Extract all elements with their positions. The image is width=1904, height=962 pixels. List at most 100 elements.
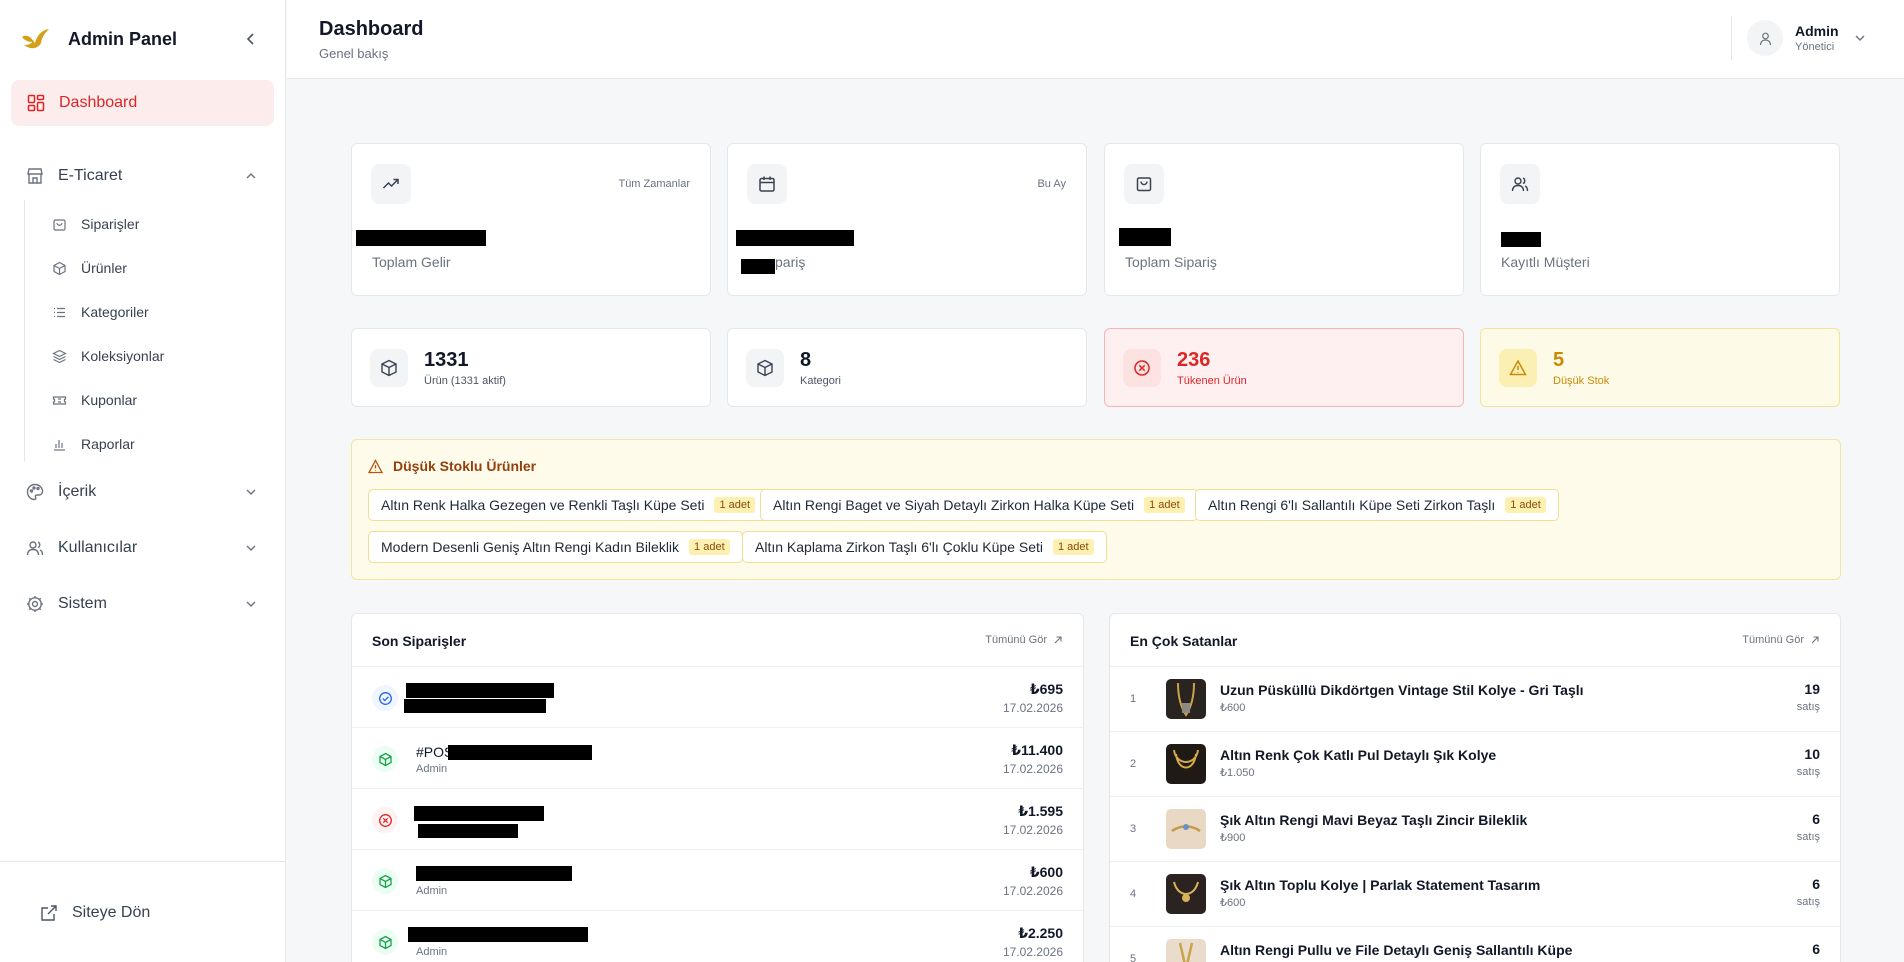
low-stock-item[interactable]: Altın Rengi Baget ve Siyah Detaylı Zirko… [760, 489, 1198, 521]
user-icon [1759, 32, 1771, 45]
best-seller-row[interactable]: 5 Altın Rengi Pullu ve File Detaylı Geni… [1110, 927, 1840, 962]
box-icon [757, 359, 773, 377]
order-row[interactable]: ₺1.595 17.02.2026 [352, 789, 1083, 850]
sidebar-item-urunler[interactable]: Ürünler [52, 257, 127, 279]
sales-unit: satış [1796, 701, 1820, 713]
arrow-up-right-icon [1811, 636, 1819, 644]
best-sellers-panel: En Çok Satanlar Tümünü Gör 1 Uzun Püskül… [1109, 613, 1841, 962]
low-stock-item[interactable]: Modern Desenli Geniş Altın Rengi Kadın B… [368, 531, 743, 563]
stat-period: Tüm Zamanlar [618, 178, 690, 190]
page-subtitle: Genel bakış [319, 46, 389, 61]
sidebar-item-koleksiyonlar[interactable]: Koleksiyonlar [52, 345, 164, 367]
product-name: Şık Altın Rengi Mavi Beyaz Taşlı Zincir … [1220, 812, 1528, 828]
brand-title: Admin Panel [68, 28, 178, 49]
stat-caption: Toplam Gelir [372, 254, 451, 270]
order-row[interactable]: Admin ₺2.250 17.02.2026 [352, 911, 1083, 962]
stat-icon-box [1500, 164, 1540, 204]
redacted-value [1501, 232, 1541, 247]
redacted-customer [418, 824, 518, 838]
best-seller-row[interactable]: 4 Şık Altın Toplu Kolye | Parlak Stateme… [1110, 862, 1840, 927]
best-seller-row[interactable]: 2 Altın Renk Çok Katlı Pul Detaylı Şık K… [1110, 732, 1840, 797]
warning-icon [1509, 359, 1527, 376]
product-thumbnail [1166, 939, 1206, 962]
product-price: ₺1.050 [1220, 767, 1255, 779]
brand[interactable]: Admin Panel [20, 24, 260, 54]
sales-unit: satış [1796, 896, 1820, 908]
view-all-orders-link[interactable]: Tümünü Gör [985, 634, 1063, 646]
sidebar-item-siparisler[interactable]: Siparişler [52, 213, 139, 235]
sidebar-item-raporlar[interactable]: Raporlar [52, 433, 135, 455]
panel-header: Son Siparişler Tümünü Gör [352, 614, 1083, 667]
product-price: ₺600 [1220, 897, 1246, 909]
warning-icon [368, 458, 383, 473]
best-seller-row[interactable]: 3 Şık Altın Rengi Mavi Beyaz Taşlı Zinci… [1110, 797, 1840, 862]
best-seller-rank: 4 [1130, 888, 1137, 900]
sidebar-group-eticaret[interactable]: E-Ticaret [26, 161, 258, 191]
redacted-value [356, 230, 486, 246]
shopping-bag-icon [1136, 177, 1152, 192]
sidebar-item-label: Dashboard [59, 94, 138, 111]
redacted-customer [404, 699, 546, 713]
stat-icon-box [371, 164, 411, 204]
panel-title: Son Siparişler [372, 633, 467, 649]
sidebar-group-label: Sistem [58, 595, 107, 612]
sidebar-group-kullanicilar[interactable]: Kullanıcılar [26, 533, 258, 563]
low-stock-header: Düşük Stoklu Ürünler [368, 458, 536, 474]
sales-count: 6 [1812, 811, 1820, 827]
best-seller-rank: 2 [1130, 758, 1137, 770]
sidebar-group-sistem[interactable]: Sistem [26, 589, 258, 619]
arrow-up-right-icon [1054, 636, 1062, 644]
stat-caption: Toplam Sipariş [1125, 254, 1217, 270]
view-all-label: Tümünü Gör [985, 634, 1047, 646]
box-icon [53, 261, 66, 275]
order-row[interactable]: Admin ₺600 17.02.2026 [352, 850, 1083, 911]
chevron-left-icon[interactable] [242, 30, 260, 48]
chevron-up-icon [246, 173, 256, 179]
mini-icon-box [746, 349, 784, 387]
product-price: ₺900 [1220, 832, 1246, 844]
low-stock-item[interactable]: Altın Renk Halka Gezegen ve Renkli Taşlı… [368, 489, 769, 521]
sidebar-item-kategoriler[interactable]: Kategoriler [52, 301, 149, 323]
sidebar-group-icerik[interactable]: İçerik [26, 477, 258, 507]
stock-badge: 1 adet [689, 539, 730, 555]
box-icon [381, 359, 397, 377]
mini-icon-box [370, 349, 408, 387]
chevron-down-icon [246, 601, 256, 607]
bar-chart-icon [54, 439, 65, 451]
sidebar-item-label: Siparişler [81, 216, 140, 232]
sidebar-item-label: Koleksiyonlar [81, 348, 165, 364]
package-icon [372, 868, 398, 894]
stat-icon-box [747, 164, 787, 204]
product-name: Uzun Püsküllü Dikdörtgen Vintage Stil Ko… [1220, 682, 1584, 698]
view-all-best-sellers-link[interactable]: Tümünü Gör [1742, 634, 1820, 646]
trending-up-icon [382, 178, 399, 189]
low-stock-item[interactable]: Altın Kaplama Zirkon Taşlı 6'lı Çoklu Kü… [742, 531, 1107, 563]
recent-orders-panel: Son Siparişler Tümünü Gör ₺695 17.02.202… [351, 613, 1084, 962]
sidebar-item-label: Kategoriler [81, 304, 149, 320]
user-menu[interactable]: Admin Yönetici [1747, 20, 1867, 56]
order-amount: ₺600 [1029, 864, 1063, 880]
best-seller-row[interactable]: 1 Uzun Püsküllü Dikdörtgen Vintage Stil … [1110, 667, 1840, 732]
sidebar-item-dashboard[interactable]: Dashboard [11, 80, 274, 126]
sidebar-item-label: Ürünler [81, 260, 127, 276]
chevron-down-icon [246, 545, 256, 551]
stat-caption: Kayıtlı Müşteri [1501, 254, 1590, 270]
page-title: Dashboard [319, 18, 424, 40]
stat-period: Bu Ay [1037, 178, 1066, 190]
sidebar-item-kuponlar[interactable]: Kuponlar [52, 389, 137, 411]
product-thumbnail [1166, 744, 1206, 784]
low-stock-item[interactable]: Altın Rengi 6'lı Sallantılı Küpe Seti Zi… [1195, 489, 1559, 521]
low-stock-item-name: Altın Renk Halka Gezegen ve Renkli Taşlı… [381, 497, 705, 513]
order-row[interactable]: ₺695 17.02.2026 [352, 667, 1083, 728]
mini-stat-out-of-stock: 236 Tükenen Ürün [1104, 328, 1464, 407]
order-row[interactable]: #POS Admin ₺11.400 17.02.2026 [352, 728, 1083, 789]
redacted-caption [741, 259, 775, 274]
product-thumbnail [1166, 809, 1206, 849]
low-stock-item-name: Altın Rengi Baget ve Siyah Detaylı Zirko… [773, 497, 1135, 513]
sidebar-group-label: Kullanıcılar [58, 539, 138, 556]
redacted-order-code [414, 806, 544, 821]
back-to-site-link[interactable]: Siteye Dön [40, 904, 150, 922]
redacted-value [736, 230, 854, 246]
redacted-order-code [448, 745, 592, 760]
sales-count: 6 [1812, 941, 1820, 957]
